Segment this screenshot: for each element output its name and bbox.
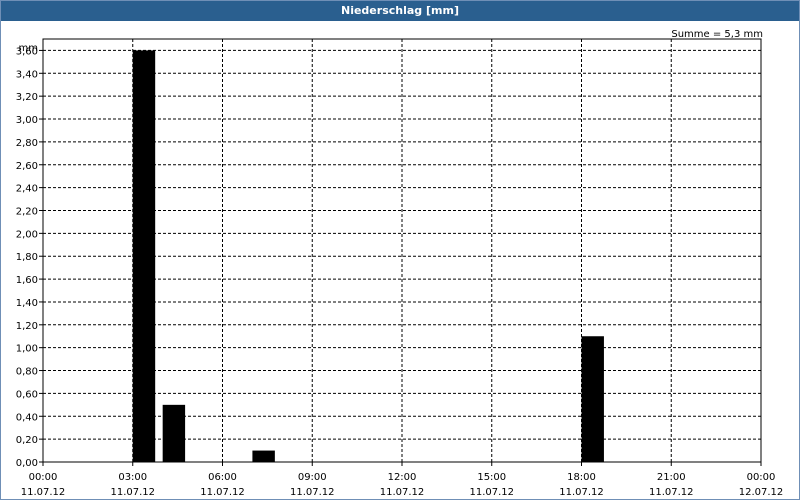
x-tick-date-label: 11.07.12: [649, 487, 694, 498]
y-tick-label: 0,20: [16, 435, 38, 446]
x-tick-date-label: 11.07.12: [469, 487, 514, 498]
x-tick-time-label: 00:00: [747, 472, 776, 483]
y-tick-label: 3,40: [16, 69, 38, 80]
y-tick-label: 3,20: [16, 92, 38, 103]
y-tick-label: 1,00: [16, 344, 38, 355]
y-tick-label: 0,80: [16, 367, 38, 378]
y-tick-label: 2,60: [16, 161, 38, 172]
x-tick-time-label: 18:00: [567, 472, 596, 483]
precipitation-bar: [132, 50, 156, 462]
y-tick-label: 1,80: [16, 252, 38, 263]
precipitation-chart: 0,00 0,20 0,40 0,60 0,80 1,00 1,20 1,40 1,60 1,80…: [16, 29, 784, 498]
x-tick-date-label: 12.07.12: [739, 487, 784, 498]
precipitation-bar: [252, 450, 275, 462]
precipitation-bar: [581, 336, 604, 462]
x-tick-time-label: 09:00: [298, 472, 327, 483]
y-tick-label: 0,00: [16, 458, 38, 469]
x-tick-date-label: 11.07.12: [21, 487, 66, 498]
y-axis-label: mm: [19, 43, 38, 54]
y-tick-label: 1,20: [16, 321, 38, 332]
y-tick-label: 1,60: [16, 275, 38, 286]
x-tick-time-label: 06:00: [208, 472, 237, 483]
x-tick-date-label: 11.07.12: [200, 487, 245, 498]
precipitation-bar: [162, 404, 186, 462]
y-tick-label: 2,40: [16, 184, 38, 195]
y-tick-label: 1,40: [16, 298, 38, 309]
x-tick-time-label: 00:00: [29, 472, 58, 483]
y-tick-label: 2,20: [16, 206, 38, 217]
x-tick-date-label: 11.07.12: [110, 487, 155, 498]
chart-window: Niederschlag [mm] 0,00 0,20 0,40 0,60 0,80 1,…: [0, 0, 800, 500]
y-tick-label: 2,00: [16, 229, 38, 240]
y-tick-label: 0,60: [16, 389, 38, 400]
x-tick-time-label: 12:00: [388, 472, 417, 483]
y-tick-label: 3,00: [16, 115, 38, 126]
x-tick-date-label: 11.07.12: [559, 487, 604, 498]
chart-title: Niederschlag [mm]: [1, 1, 799, 21]
y-tick-label: 2,80: [16, 138, 38, 149]
sum-annotation: Summe = 5,3 mm: [671, 29, 763, 40]
x-tick-time-label: 21:00: [657, 472, 686, 483]
x-tick-time-label: 03:00: [118, 472, 147, 483]
x-tick-time-label: 15:00: [477, 472, 506, 483]
y-tick-label: 0,40: [16, 412, 38, 423]
x-tick-date-label: 11.07.12: [380, 487, 425, 498]
x-tick-date-label: 11.07.12: [290, 487, 335, 498]
